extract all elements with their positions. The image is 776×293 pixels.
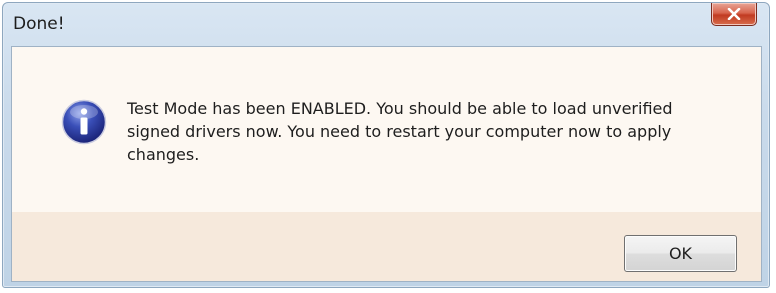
dialog-window: Done! Test Mode has been ENABLED. You sh… [2,2,770,288]
dialog-message: Test Mode has been ENABLED. You should b… [127,99,673,164]
title-bar[interactable]: Done! [3,3,769,45]
close-button[interactable] [711,3,757,26]
ok-button[interactable]: OK [624,235,737,272]
close-icon [727,8,741,20]
message-area: Test Mode has been ENABLED. You should b… [12,47,761,212]
dialog-title: Done! [13,14,65,34]
button-bar: OK [12,212,761,281]
dialog-body: Test Mode has been ENABLED. You should b… [11,46,762,282]
info-icon [61,99,107,145]
